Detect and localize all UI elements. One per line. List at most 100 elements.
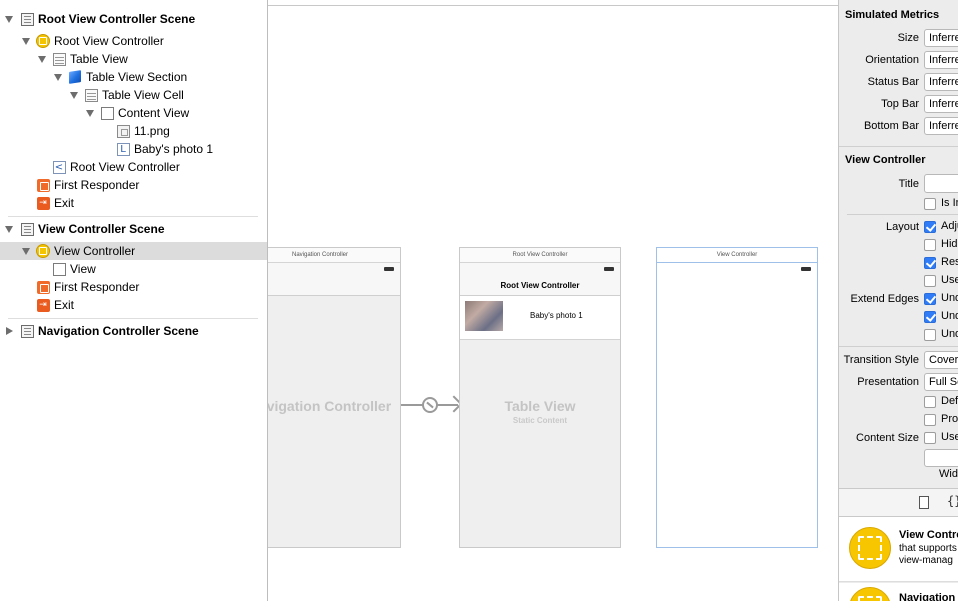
under-opaque-bars-checkbox[interactable] bbox=[924, 329, 936, 341]
outline-row-image[interactable]: 11.png bbox=[0, 122, 267, 140]
outline-label: Content View bbox=[118, 106, 190, 120]
scene-body-sublabel: Static Content bbox=[512, 416, 568, 425]
outline-label: View bbox=[70, 262, 96, 276]
navigation-controller-scene[interactable]: Navigation Controller Navigation Control… bbox=[268, 247, 401, 548]
storyboard-canvas[interactable]: Navigation Controller Navigation Control… bbox=[268, 0, 838, 601]
under-bottom-bars-label: Under Bottom Bars bbox=[941, 310, 958, 322]
status-bar-popup[interactable]: Inferred bbox=[924, 73, 958, 91]
under-top-bars-label: Under Top Bars bbox=[941, 292, 958, 304]
bottom-bar-popup[interactable]: Inferred bbox=[924, 117, 958, 135]
use-preferred-size-label: Use Preferred Explicit Size bbox=[941, 431, 958, 443]
outline-row-nav-item[interactable]: < Root View Controller bbox=[0, 158, 267, 176]
scene-icon bbox=[20, 324, 34, 338]
cell-image[interactable] bbox=[465, 301, 503, 331]
outline-row-table-view-cell[interactable]: Table View Cell bbox=[0, 86, 267, 104]
view-controller-icon bbox=[36, 34, 50, 48]
root-view-controller-scene[interactable]: Root View Controller Root View Controlle… bbox=[459, 247, 621, 548]
outline-row-first-responder[interactable]: First Responder bbox=[0, 176, 267, 194]
scene-title: View Controller bbox=[657, 248, 817, 263]
transition-style-popup[interactable]: Cover Vertical bbox=[924, 351, 958, 369]
outline-row-view[interactable]: View bbox=[0, 260, 267, 278]
exit-icon: ⇥ bbox=[36, 196, 50, 210]
outline-row-root-scene[interactable]: Root View Controller Scene bbox=[0, 10, 267, 28]
presentation-popup[interactable]: Full Screen bbox=[924, 373, 958, 391]
outline-row-table-view-section[interactable]: Table View Section bbox=[0, 68, 267, 86]
outline-row-nav-scene[interactable]: Navigation Controller Scene bbox=[0, 322, 267, 340]
provides-context-checkbox[interactable] bbox=[924, 414, 936, 426]
disclosure-triangle-icon[interactable] bbox=[86, 110, 94, 117]
width-label: Width bbox=[939, 468, 958, 480]
defines-context-checkbox[interactable] bbox=[924, 396, 936, 408]
status-bar-label: Status Bar bbox=[867, 76, 919, 88]
code-snippet-icon[interactable]: {} bbox=[947, 494, 958, 508]
outline-row-exit-2[interactable]: ⇥ Exit bbox=[0, 296, 267, 314]
section-title-simulated-metrics: Simulated Metrics bbox=[845, 9, 940, 21]
view-controller-scene[interactable]: View Controller bbox=[656, 247, 818, 548]
table-cell-icon bbox=[84, 88, 98, 102]
content-width-field[interactable] bbox=[924, 449, 958, 467]
label-icon: L bbox=[116, 142, 130, 156]
view-icon bbox=[52, 262, 66, 276]
provides-context-label: Provides Context bbox=[941, 413, 958, 425]
outline-row-table-view[interactable]: Table View bbox=[0, 50, 267, 68]
disclosure-triangle-icon[interactable] bbox=[5, 226, 13, 233]
use-full-screen-checkbox[interactable] bbox=[924, 275, 936, 287]
disclosure-triangle-icon[interactable] bbox=[54, 74, 62, 81]
outline-row-exit[interactable]: ⇥ Exit bbox=[0, 194, 267, 212]
outline-row-first-responder-2[interactable]: First Responder bbox=[0, 278, 267, 296]
top-bar-popup[interactable]: Inferred bbox=[924, 95, 958, 113]
file-template-icon[interactable] bbox=[919, 496, 929, 509]
layout-label: Layout bbox=[885, 221, 919, 233]
use-preferred-size-checkbox[interactable] bbox=[924, 432, 936, 444]
outline-row-vc-scene[interactable]: View Controller Scene bbox=[0, 220, 267, 238]
view-controller-library-icon bbox=[849, 527, 891, 569]
use-full-screen-label: Use Full Screen (Deprecated) bbox=[941, 274, 958, 286]
navigation-controller-library-icon bbox=[849, 587, 891, 601]
outline-row-root-view-controller[interactable]: Root View Controller bbox=[0, 32, 267, 50]
canvas-top-divider bbox=[268, 5, 838, 6]
resize-from-nib-checkbox[interactable] bbox=[924, 257, 936, 269]
first-responder-icon bbox=[36, 280, 50, 294]
orientation-popup[interactable]: Inferred bbox=[924, 51, 958, 69]
under-opaque-bars-label: Under Opaque Bars bbox=[941, 328, 958, 340]
battery-icon bbox=[604, 267, 614, 271]
relationship-segue-icon[interactable] bbox=[422, 397, 438, 413]
outline-label: View Controller Scene bbox=[38, 222, 165, 236]
table-section-cube-icon bbox=[68, 70, 82, 84]
title-label: Title bbox=[898, 178, 919, 190]
library-item-view-controller[interactable]: View Controller that supports view-manag bbox=[839, 517, 958, 582]
outline-label: Root View Controller bbox=[54, 34, 164, 48]
disclosure-triangle-icon[interactable] bbox=[38, 56, 46, 63]
cell-label[interactable]: Baby's photo 1 bbox=[530, 311, 583, 320]
disclosure-triangle-icon[interactable] bbox=[6, 327, 13, 335]
table-view-cell[interactable]: Baby's photo 1 bbox=[460, 296, 620, 340]
library-item-navigation-controller[interactable]: Navigation bbox=[839, 583, 958, 601]
library-item-title: Navigation bbox=[899, 592, 956, 601]
disclosure-triangle-icon[interactable] bbox=[5, 16, 13, 23]
is-initial-checkbox[interactable] bbox=[924, 198, 936, 210]
outline-label: Exit bbox=[54, 196, 75, 210]
orientation-label: Orientation bbox=[865, 54, 919, 66]
library-item-desc: that supports bbox=[899, 543, 957, 554]
view-controller-icon bbox=[36, 244, 50, 258]
outline-separator bbox=[8, 216, 258, 217]
outline-row-view-controller[interactable]: View Controller bbox=[0, 242, 267, 260]
adjust-scroll-insets-checkbox[interactable] bbox=[924, 221, 936, 233]
defines-context-label: Defines Context bbox=[941, 395, 958, 407]
disclosure-triangle-icon[interactable] bbox=[22, 248, 30, 255]
disclosure-triangle-icon[interactable] bbox=[22, 38, 30, 45]
navigation-bar-title[interactable]: Root View Controller bbox=[460, 275, 620, 296]
size-popup[interactable]: Inferred bbox=[924, 29, 958, 47]
disclosure-triangle-icon[interactable] bbox=[70, 92, 78, 99]
size-label: Size bbox=[897, 32, 919, 44]
scene-title: Navigation Controller bbox=[268, 248, 400, 263]
outline-separator bbox=[8, 318, 258, 319]
outline-row-content-view[interactable]: Content View bbox=[0, 104, 267, 122]
battery-icon bbox=[801, 267, 811, 271]
outline-row-label[interactable]: L Baby's photo 1 bbox=[0, 140, 267, 158]
scene-body-label: Table View bbox=[504, 398, 576, 414]
under-top-bars-checkbox[interactable] bbox=[924, 293, 936, 305]
title-field[interactable] bbox=[924, 174, 958, 193]
under-bottom-bars-checkbox[interactable] bbox=[924, 311, 936, 323]
hide-bottom-bar-checkbox[interactable] bbox=[924, 239, 936, 251]
